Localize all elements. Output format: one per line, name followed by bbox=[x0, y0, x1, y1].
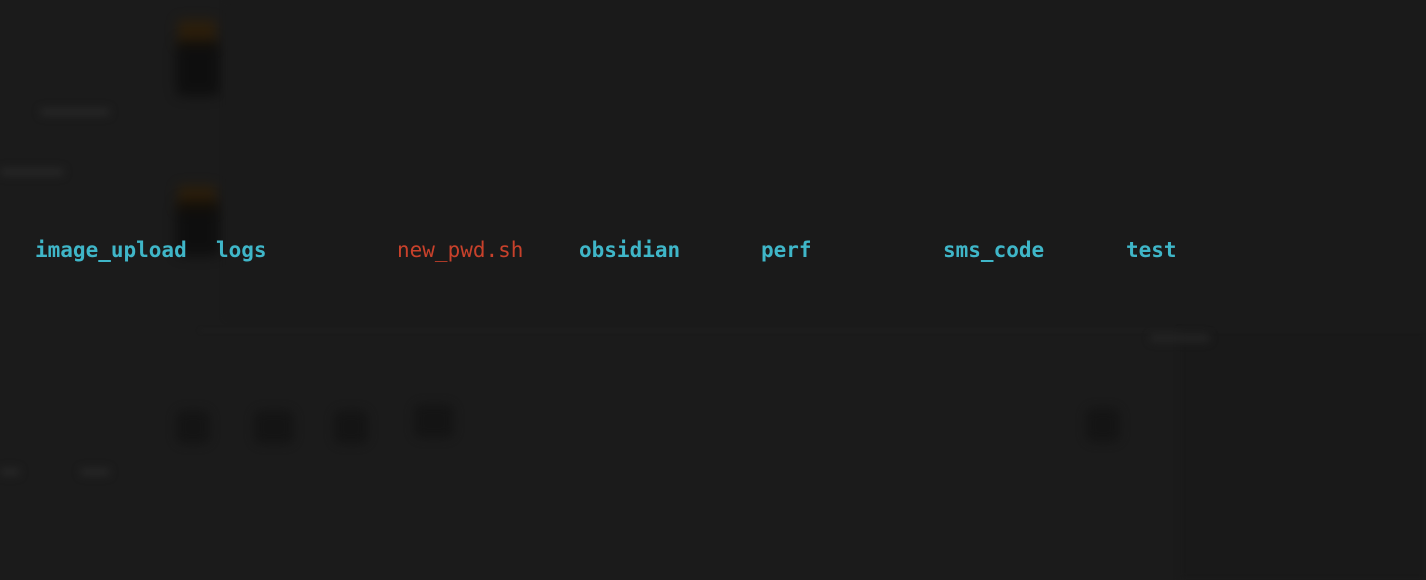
blurred-content-panel bbox=[226, 0, 1426, 318]
blurred-text bbox=[40, 108, 110, 116]
blurred-text bbox=[80, 468, 110, 476]
directory-entry: image_upload bbox=[35, 238, 187, 262]
terminal-window: image_upload logs new_pwd.sh obsidian pe… bbox=[0, 0, 1426, 580]
directory-entry: logs bbox=[216, 238, 267, 262]
blurred-toolbar-button bbox=[176, 410, 210, 444]
directory-entry: test bbox=[1126, 238, 1177, 262]
blurred-text bbox=[0, 168, 64, 176]
blurred-toolbar-button bbox=[334, 410, 368, 444]
blurred-toolbar-button bbox=[254, 410, 294, 444]
blurred-toolbar-button bbox=[1086, 408, 1120, 442]
directory-entry: sms_code bbox=[943, 238, 1045, 262]
blurred-avatar-1-shadow bbox=[176, 40, 220, 96]
blurred-side-panel bbox=[1180, 330, 1426, 580]
directory-entry: perf bbox=[761, 238, 812, 262]
blurred-text bbox=[1150, 334, 1210, 342]
blurred-toolbar-button bbox=[414, 404, 454, 438]
executable-file-entry: new_pwd.sh bbox=[397, 238, 524, 262]
ls-output-row: image_upload logs new_pwd.sh obsidian pe… bbox=[0, 236, 1426, 264]
directory-entry: obsidian bbox=[579, 238, 681, 262]
